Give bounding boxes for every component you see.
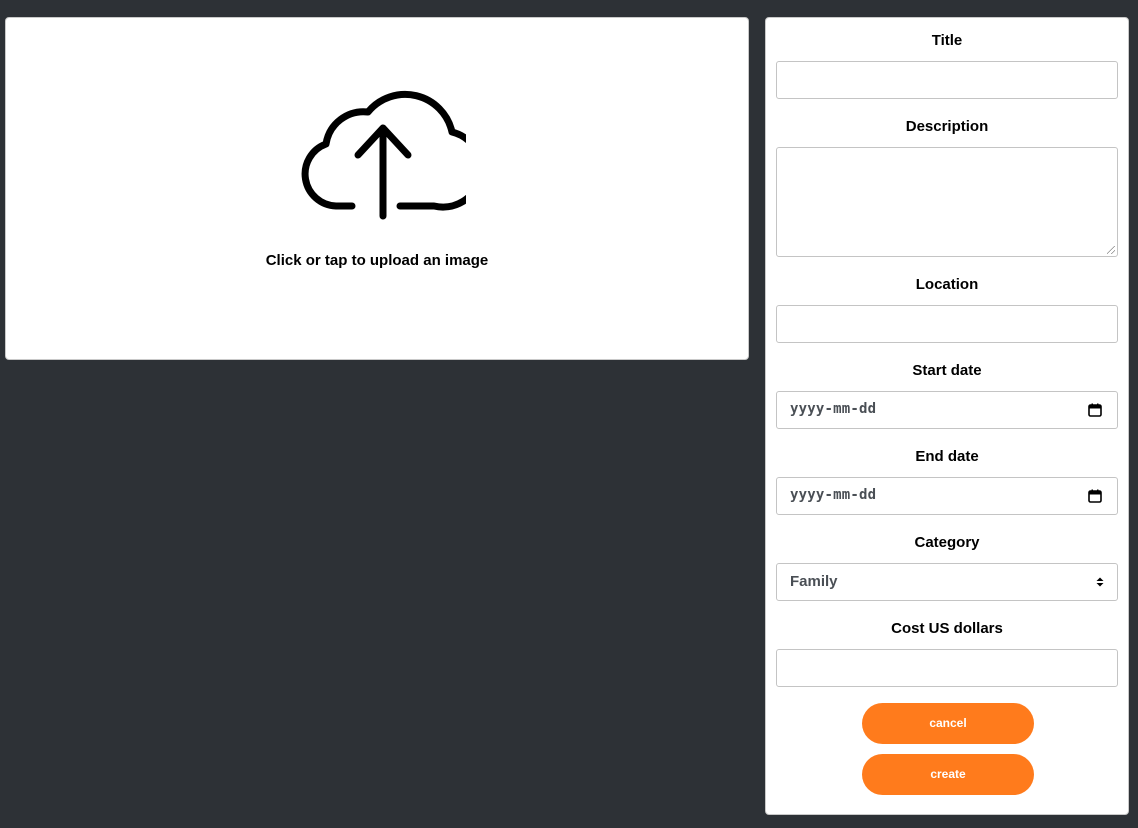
title-label: Title <box>931 32 963 49</box>
cost-label: Cost US dollars <box>891 620 1003 637</box>
end-date-placeholder: yyyy-mm-dd <box>790 487 877 503</box>
category-label: Category <box>914 534 980 551</box>
select-arrows-icon <box>1096 577 1104 587</box>
start-date-label: Start date <box>912 362 982 379</box>
end-date-input[interactable]: yyyy-mm-dd <box>776 477 1118 515</box>
cancel-button[interactable]: cancel <box>862 703 1034 744</box>
start-date-placeholder: yyyy-mm-dd <box>790 401 877 417</box>
category-select[interactable]: Family <box>776 563 1118 601</box>
calendar-icon[interactable] <box>1088 489 1102 503</box>
title-input[interactable] <box>776 61 1118 99</box>
cost-input[interactable] <box>776 649 1118 687</box>
start-date-input[interactable]: yyyy-mm-dd <box>776 391 1118 429</box>
create-button[interactable]: create <box>862 754 1034 795</box>
description-label: Description <box>905 118 989 135</box>
event-form: Title Description Location Start date yy… <box>765 17 1129 815</box>
end-date-label: End date <box>915 448 979 465</box>
image-upload-area[interactable]: Click or tap to upload an image <box>5 17 749 360</box>
upload-instruction: Click or tap to upload an image <box>265 252 489 269</box>
category-selected-value: Family <box>790 573 838 590</box>
location-label: Location <box>915 276 979 293</box>
calendar-icon[interactable] <box>1088 403 1102 417</box>
description-textarea[interactable] <box>776 147 1118 257</box>
cloud-upload-icon <box>301 90 466 220</box>
location-input[interactable] <box>776 305 1118 343</box>
